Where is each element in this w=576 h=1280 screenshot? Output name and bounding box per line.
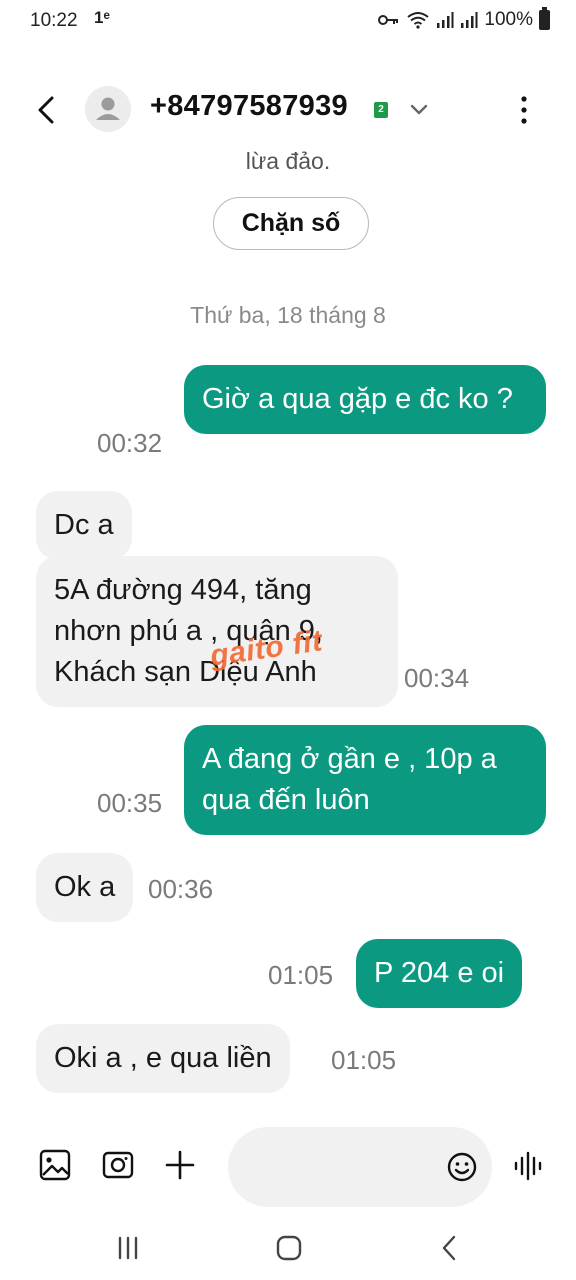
gallery-icon[interactable] xyxy=(38,1148,72,1182)
message-time: 00:36 xyxy=(148,874,214,904)
message-time: 00:32 xyxy=(97,428,163,458)
home-icon[interactable] xyxy=(269,1232,309,1264)
spam-warning-text: lừa đảo. xyxy=(245,148,331,174)
battery-percent: 100% xyxy=(484,9,533,30)
notification-indicator: 1ᵉ xyxy=(94,8,110,27)
status-bar: 10:22 1ᵉ 100% xyxy=(0,0,576,44)
emoji-icon[interactable] xyxy=(446,1151,478,1183)
message-time: 01:05 xyxy=(331,1045,397,1075)
message-input[interactable] xyxy=(250,1147,430,1187)
signal-icon xyxy=(437,12,454,28)
more-options-icon[interactable] xyxy=(510,92,538,128)
avatar[interactable] xyxy=(85,86,131,132)
chevron-down-icon[interactable] xyxy=(406,96,432,122)
key-icon xyxy=(378,15,399,25)
signal-icon xyxy=(461,12,478,28)
back-arrow-icon[interactable] xyxy=(30,90,64,130)
message-input-box[interactable] xyxy=(228,1127,492,1207)
block-number-button[interactable]: Chặn số xyxy=(213,197,369,250)
message-bubble-incoming[interactable]: Ok a xyxy=(36,853,134,922)
message-bubble-outgoing[interactable]: P 204 e oi xyxy=(356,939,523,1008)
plus-icon[interactable] xyxy=(163,1148,197,1182)
system-nav-bar xyxy=(0,1218,576,1280)
sim-badge: 2 xyxy=(374,102,388,118)
recent-apps-icon[interactable] xyxy=(108,1232,148,1264)
person-icon xyxy=(96,97,120,120)
message-bubble-outgoing[interactable]: Giờ a qua gặp e đc ko ? xyxy=(184,365,546,434)
message-bubble-incoming[interactable]: Dc a xyxy=(36,491,132,560)
wifi-icon xyxy=(407,12,430,29)
message-time: 01:05 xyxy=(268,960,334,990)
message-bubble-incoming[interactable]: 5A đường 494, tăng nhơn phú a , quận 9, … xyxy=(36,556,398,707)
camera-icon[interactable] xyxy=(101,1148,135,1182)
back-icon[interactable] xyxy=(430,1232,470,1264)
message-composer xyxy=(0,1122,576,1212)
message-bubble-incoming[interactable]: Oki a , e qua liền xyxy=(36,1024,290,1093)
battery-icon xyxy=(539,7,550,30)
voice-icon[interactable] xyxy=(512,1148,546,1184)
status-time: 10:22 xyxy=(30,10,78,31)
contact-name[interactable]: +84797587939 xyxy=(150,90,348,123)
message-time: 00:35 xyxy=(97,788,163,818)
message-time: 00:34 xyxy=(404,663,470,693)
conversation-header: +84797587939 2 xyxy=(0,80,576,140)
date-separator: Thứ ba, 18 tháng 8 xyxy=(190,302,386,328)
message-bubble-outgoing[interactable]: A đang ở gần e , 10p a qua đến luôn xyxy=(184,725,546,835)
status-icons: 100% xyxy=(378,7,550,31)
